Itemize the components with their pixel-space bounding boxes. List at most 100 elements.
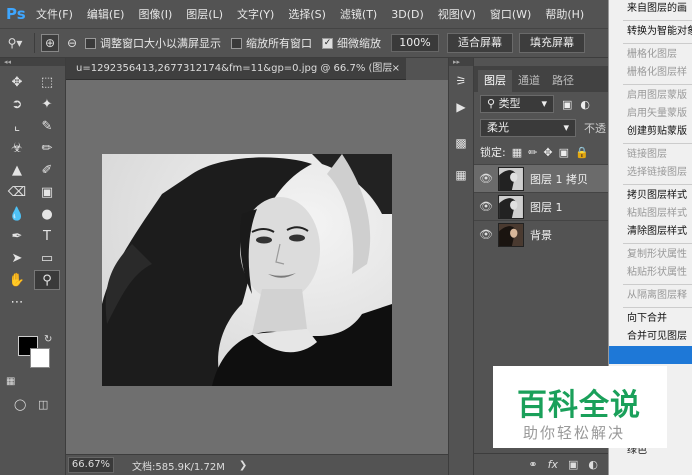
pen-tool-icon[interactable]: ✒ <box>4 226 30 246</box>
fx-icon[interactable]: fx <box>548 458 558 471</box>
panel-grip[interactable]: ◂◂ <box>0 58 65 66</box>
brush-tool-icon[interactable]: ✏ <box>34 138 60 158</box>
zoom-all-windows-checkbox[interactable]: 缩放所有窗口 <box>231 35 312 51</box>
scrubby-zoom-checkbox[interactable]: ✓ 细微缩放 <box>322 35 381 51</box>
tab-layers[interactable]: 图层 <box>478 70 512 92</box>
quick-mask-icon[interactable]: ◯ <box>14 398 26 411</box>
clone-stamp-icon[interactable]: ▲ <box>4 160 30 180</box>
properties-panel-icon[interactable]: ▩ <box>449 132 473 154</box>
default-colors-icon[interactable]: ▦ <box>6 376 15 387</box>
menu-item[interactable]: 创建剪贴蒙版 <box>609 123 692 141</box>
lock-artboard-icon[interactable]: ▣ <box>559 146 569 159</box>
background-color-swatch[interactable] <box>30 348 50 368</box>
crop-tool-icon[interactable]: ⌞ <box>4 116 30 136</box>
eye-icon[interactable]: 👁 <box>474 200 498 213</box>
screen-mode-icon[interactable]: ◫ <box>38 398 48 411</box>
more-tools-icon[interactable]: ⋯ <box>4 292 30 312</box>
menu-item[interactable]: 启用图层蒙版 <box>609 87 692 105</box>
menu-item[interactable]: 粘贴图层样式 <box>609 205 692 223</box>
menu-3d[interactable]: 3D(D) <box>391 8 424 21</box>
hand-tool-icon[interactable]: ✋ <box>4 270 30 290</box>
lasso-tool-icon[interactable]: ➲ <box>4 94 30 114</box>
menu-item[interactable]: 清除图层样式 <box>609 223 692 241</box>
menu-item[interactable]: 从隔离图层释 <box>609 287 692 305</box>
menu-item[interactable]: 转换为智能对象 <box>609 23 692 41</box>
eraser-icon[interactable]: ⌫ <box>4 182 30 202</box>
color-swatches[interactable] <box>16 336 60 376</box>
menu-item[interactable]: 拷贝图层样式 <box>609 187 692 205</box>
menu-help[interactable]: 帮助(H) <box>545 6 584 22</box>
status-menu-arrow-icon[interactable]: ❯ <box>239 460 247 471</box>
menu-file[interactable]: 文件(F) <box>36 6 73 22</box>
lock-all-icon[interactable]: 🔒 <box>575 146 589 159</box>
eyedropper-icon[interactable]: ✎ <box>34 116 60 136</box>
fill-screen-button[interactable]: 填充屏幕 <box>519 33 585 53</box>
panel-grip[interactable]: ▸▸ <box>449 58 473 66</box>
adjustment-layer-icon[interactable]: ◐ <box>588 458 598 471</box>
zoom-in-icon[interactable]: ⊕ <box>41 34 59 52</box>
path-select-icon[interactable]: ➤ <box>4 248 30 268</box>
menu-item[interactable]: 链接图层 <box>609 146 692 164</box>
lock-transparent-icon[interactable]: ▦ <box>512 146 522 159</box>
eye-icon[interactable]: 👁 <box>474 172 498 185</box>
tab-channels[interactable]: 通道 <box>512 70 546 92</box>
menu-item[interactable]: 向下合并 <box>609 310 692 328</box>
magic-wand-icon[interactable]: ✦ <box>34 94 60 114</box>
marquee-tool-icon[interactable]: ⬚ <box>34 72 60 92</box>
zoom-100-button[interactable]: 100% <box>391 34 439 52</box>
menu-filter[interactable]: 滤镜(T) <box>340 6 377 22</box>
menu-edit[interactable]: 编辑(E) <box>87 6 125 22</box>
layer-filter-select[interactable]: ⚲ 类型 ▾ <box>480 95 554 113</box>
lock-brush-icon[interactable]: ✏ <box>528 146 537 159</box>
menu-item[interactable]: 合并可见图层 <box>609 328 692 346</box>
swap-colors-icon[interactable]: ↻ <box>44 334 52 345</box>
canvas-area[interactable] <box>66 80 448 454</box>
document-tab-title: u=1292356413,2677312174&fm=11&gp=0.jpg @… <box>76 63 393 74</box>
link-layers-icon[interactable]: ⚭ <box>528 458 537 471</box>
dodge-tool-icon[interactable]: ● <box>34 204 60 224</box>
menu-window[interactable]: 窗口(W) <box>490 6 531 22</box>
tab-paths[interactable]: 路径 <box>546 70 580 92</box>
menu-item[interactable]: 栅格化图层样 <box>609 64 692 82</box>
add-mask-icon[interactable]: ▣ <box>568 458 578 471</box>
zoom-tool-preset-icon[interactable]: ⚲▾ <box>6 34 24 52</box>
adjustments-panel-icon[interactable]: ▦ <box>449 164 473 186</box>
menu-item-highlighted[interactable] <box>609 346 692 364</box>
filter-pixel-icon[interactable]: ▣ <box>562 98 572 111</box>
zoom-out-icon[interactable]: ⊖ <box>63 34 81 52</box>
menu-image[interactable]: 图像(I) <box>138 6 172 22</box>
history-brush-icon[interactable]: ✐ <box>34 160 60 180</box>
rectangle-tool-icon[interactable]: ▭ <box>34 248 60 268</box>
menu-type[interactable]: 文字(Y) <box>237 6 274 22</box>
healing-brush-icon[interactable]: ☣ <box>4 138 30 158</box>
zoom-tool-icon[interactable]: ⚲ <box>34 270 60 290</box>
status-zoom-field[interactable]: 66.67% <box>68 457 114 473</box>
lock-position-icon[interactable]: ✥ <box>543 146 552 159</box>
menu-select[interactable]: 选择(S) <box>288 6 326 22</box>
layer-row[interactable]: 👁 图层 1 拷贝 <box>474 164 608 192</box>
menu-item[interactable]: 启用矢量蒙版 <box>609 105 692 123</box>
menu-item[interactable]: 栅格化图层 <box>609 46 692 64</box>
layer-row[interactable]: 👁 图层 1 <box>474 192 608 220</box>
eye-icon[interactable]: 👁 <box>474 228 498 241</box>
close-icon[interactable]: × <box>392 58 400 79</box>
layer-row[interactable]: 👁 背景 <box>474 220 608 248</box>
menu-view[interactable]: 视图(V) <box>438 6 476 22</box>
menu-layer[interactable]: 图层(L) <box>186 6 223 22</box>
menu-item[interactable]: 复制形状属性 <box>609 246 692 264</box>
history-panel-icon[interactable]: ⚞ <box>449 70 473 92</box>
menu-item[interactable]: 粘贴形状属性 <box>609 264 692 282</box>
move-tool-icon[interactable]: ✥ <box>4 72 30 92</box>
blur-tool-icon[interactable]: 💧 <box>4 204 30 224</box>
blend-mode-select[interactable]: 柔光 ▾ <box>480 119 576 137</box>
actions-play-icon[interactable]: ▶ <box>449 96 473 118</box>
type-tool-icon[interactable]: T <box>34 226 60 246</box>
gradient-icon[interactable]: ▣ <box>34 182 60 202</box>
filter-adjust-icon[interactable]: ◐ <box>580 98 590 111</box>
resize-windows-checkbox[interactable]: 调整窗口大小以满屏显示 <box>85 35 221 51</box>
menu-item[interactable]: 来自图层的画 <box>609 0 692 18</box>
menu-item[interactable]: 选择链接图层 <box>609 164 692 182</box>
fit-screen-button[interactable]: 适合屏幕 <box>447 33 513 53</box>
resize-windows-label: 调整窗口大小以满屏显示 <box>100 37 221 50</box>
document-tab[interactable]: u=1292356413,2677312174&fm=11&gp=0.jpg @… <box>66 58 406 80</box>
